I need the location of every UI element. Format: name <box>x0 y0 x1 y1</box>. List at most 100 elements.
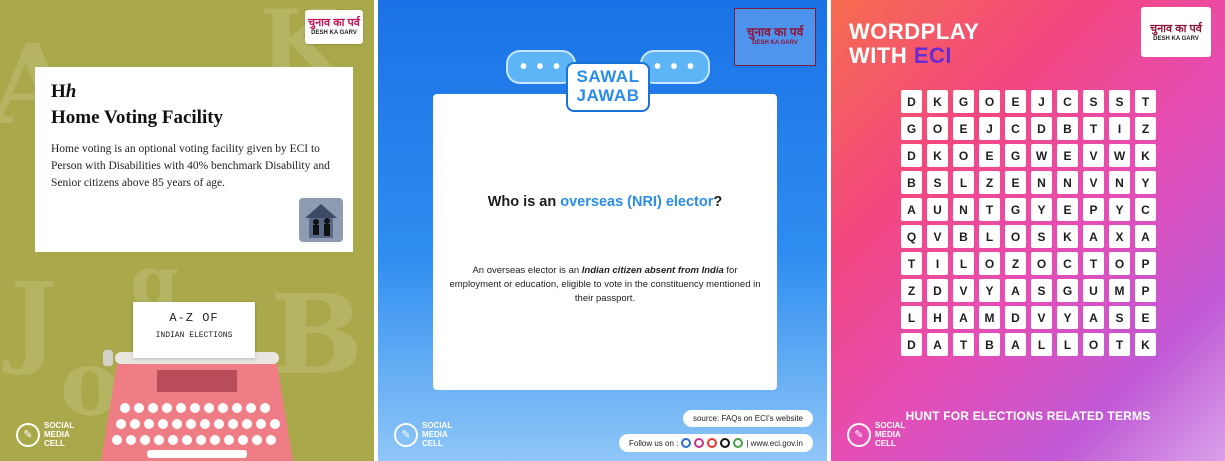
grid-cell[interactable]: E <box>1005 171 1026 194</box>
grid-cell[interactable]: A <box>901 198 922 221</box>
grid-cell[interactable]: A <box>1083 225 1104 248</box>
grid-cell[interactable]: C <box>1057 252 1078 275</box>
grid-cell[interactable]: K <box>1135 333 1156 356</box>
grid-cell[interactable]: V <box>1083 171 1104 194</box>
grid-cell[interactable]: L <box>1057 333 1078 356</box>
grid-cell[interactable]: W <box>1109 144 1130 167</box>
grid-cell[interactable]: G <box>901 117 922 140</box>
grid-cell[interactable]: J <box>979 117 1000 140</box>
grid-cell[interactable]: V <box>1083 144 1104 167</box>
grid-cell[interactable]: Y <box>979 279 1000 302</box>
grid-cell[interactable]: A <box>927 333 948 356</box>
grid-cell[interactable]: M <box>979 306 1000 329</box>
grid-cell[interactable]: D <box>901 90 922 113</box>
grid-cell[interactable]: V <box>927 225 948 248</box>
grid-cell[interactable]: S <box>1083 90 1104 113</box>
grid-cell[interactable]: V <box>1031 306 1052 329</box>
grid-cell[interactable]: N <box>953 198 974 221</box>
grid-cell[interactable]: L <box>901 306 922 329</box>
instagram-icon[interactable] <box>694 438 705 448</box>
grid-cell[interactable]: I <box>927 252 948 275</box>
grid-cell[interactable]: S <box>1031 279 1052 302</box>
facebook-icon[interactable] <box>681 438 692 448</box>
grid-cell[interactable]: A <box>1005 279 1026 302</box>
grid-cell[interactable]: Y <box>1135 171 1156 194</box>
grid-cell[interactable]: B <box>953 225 974 248</box>
whatsapp-icon[interactable] <box>733 438 744 448</box>
grid-cell[interactable]: U <box>1083 279 1104 302</box>
grid-cell[interactable]: T <box>979 198 1000 221</box>
grid-cell[interactable]: H <box>927 306 948 329</box>
grid-cell[interactable]: Y <box>1109 198 1130 221</box>
grid-cell[interactable]: J <box>1031 90 1052 113</box>
grid-cell[interactable]: C <box>1135 198 1156 221</box>
grid-cell[interactable]: A <box>1135 225 1156 248</box>
grid-cell[interactable]: C <box>1057 90 1078 113</box>
grid-cell[interactable]: K <box>927 144 948 167</box>
grid-cell[interactable]: A <box>1083 306 1104 329</box>
grid-cell[interactable]: V <box>953 279 974 302</box>
grid-cell[interactable]: E <box>1005 90 1026 113</box>
grid-cell[interactable]: O <box>979 90 1000 113</box>
grid-cell[interactable]: E <box>953 117 974 140</box>
grid-cell[interactable]: W <box>1031 144 1052 167</box>
grid-cell[interactable]: I <box>1109 117 1130 140</box>
grid-cell[interactable]: L <box>979 225 1000 248</box>
grid-cell[interactable]: S <box>1109 306 1130 329</box>
grid-cell[interactable]: Z <box>979 171 1000 194</box>
grid-cell[interactable]: G <box>1005 198 1026 221</box>
grid-cell[interactable]: N <box>1057 171 1078 194</box>
grid-cell[interactable]: O <box>1031 252 1052 275</box>
grid-cell[interactable]: K <box>1057 225 1078 248</box>
grid-cell[interactable]: T <box>1135 90 1156 113</box>
grid-cell[interactable]: E <box>979 144 1000 167</box>
grid-cell[interactable]: O <box>1109 252 1130 275</box>
grid-cell[interactable]: S <box>927 171 948 194</box>
grid-cell[interactable]: Z <box>1135 117 1156 140</box>
grid-cell[interactable]: D <box>927 279 948 302</box>
grid-cell[interactable]: O <box>1083 333 1104 356</box>
grid-cell[interactable]: B <box>979 333 1000 356</box>
grid-cell[interactable]: N <box>1031 171 1052 194</box>
grid-cell[interactable]: T <box>1083 117 1104 140</box>
grid-cell[interactable]: T <box>953 333 974 356</box>
grid-cell[interactable]: S <box>1109 90 1130 113</box>
grid-cell[interactable]: U <box>927 198 948 221</box>
grid-cell[interactable]: Y <box>1031 198 1052 221</box>
grid-cell[interactable]: O <box>1005 225 1026 248</box>
grid-cell[interactable]: E <box>1135 306 1156 329</box>
grid-cell[interactable]: S <box>1031 225 1052 248</box>
grid-cell[interactable]: Z <box>1005 252 1026 275</box>
grid-cell[interactable]: Q <box>901 225 922 248</box>
threads-icon[interactable] <box>720 438 731 448</box>
grid-cell[interactable]: T <box>1109 333 1130 356</box>
grid-cell[interactable]: K <box>927 90 948 113</box>
website-link[interactable]: | www.eci.gov.in <box>746 439 803 448</box>
grid-cell[interactable]: P <box>1083 198 1104 221</box>
grid-cell[interactable]: D <box>1005 306 1026 329</box>
grid-cell[interactable]: P <box>1135 252 1156 275</box>
grid-cell[interactable]: D <box>901 144 922 167</box>
grid-cell[interactable]: Z <box>901 279 922 302</box>
grid-cell[interactable]: L <box>1031 333 1052 356</box>
grid-cell[interactable]: B <box>1057 117 1078 140</box>
grid-cell[interactable]: M <box>1109 279 1130 302</box>
youtube-icon[interactable] <box>707 438 718 448</box>
grid-cell[interactable]: A <box>953 306 974 329</box>
grid-cell[interactable]: E <box>1057 198 1078 221</box>
grid-cell[interactable]: O <box>953 144 974 167</box>
grid-cell[interactable]: G <box>1005 144 1026 167</box>
grid-cell[interactable]: C <box>1005 117 1026 140</box>
grid-cell[interactable]: D <box>1031 117 1052 140</box>
grid-cell[interactable]: G <box>1057 279 1078 302</box>
grid-cell[interactable]: T <box>901 252 922 275</box>
grid-cell[interactable]: X <box>1109 225 1130 248</box>
grid-cell[interactable]: O <box>979 252 1000 275</box>
grid-cell[interactable]: N <box>1109 171 1130 194</box>
grid-cell[interactable]: P <box>1135 279 1156 302</box>
grid-cell[interactable]: K <box>1135 144 1156 167</box>
grid-cell[interactable]: Y <box>1057 306 1078 329</box>
grid-cell[interactable]: D <box>901 333 922 356</box>
grid-cell[interactable]: B <box>901 171 922 194</box>
grid-cell[interactable]: O <box>927 117 948 140</box>
